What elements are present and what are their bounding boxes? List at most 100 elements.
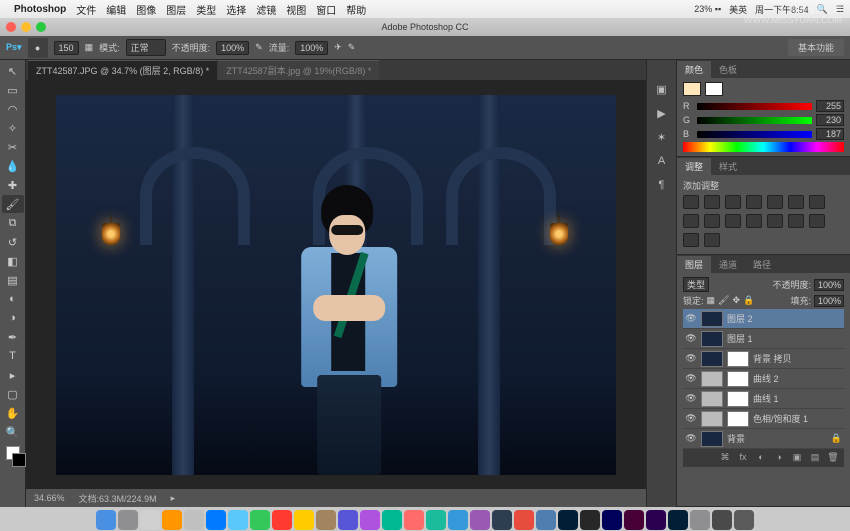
layer-row[interactable]: 👁 曲线 1 xyxy=(683,389,844,409)
dock-app-icon[interactable] xyxy=(140,510,160,530)
menu-help[interactable]: 帮助 xyxy=(346,2,366,17)
history-brush-tool-icon[interactable]: ↺ xyxy=(2,233,24,251)
layer-row[interactable]: 👁 背景 🔒 xyxy=(683,429,844,449)
g-slider[interactable] xyxy=(697,117,812,124)
dock-app-icon[interactable] xyxy=(316,510,336,530)
fill-field[interactable]: 100% xyxy=(814,295,844,307)
tab-color[interactable]: 颜色 xyxy=(677,61,711,78)
actions-panel-icon[interactable]: ▶ xyxy=(652,104,672,122)
link-layers-icon[interactable]: ⌘ xyxy=(718,452,732,464)
color-balance-adjust-icon[interactable] xyxy=(809,195,825,209)
character-panel-icon[interactable]: A xyxy=(652,152,672,170)
marquee-tool-icon[interactable]: ▭ xyxy=(2,81,24,99)
type-tool-icon[interactable]: T xyxy=(2,347,24,365)
eyedropper-tool-icon[interactable]: 💧 xyxy=(2,157,24,175)
hue-adjust-icon[interactable] xyxy=(788,195,804,209)
threshold-adjust-icon[interactable] xyxy=(809,214,825,228)
tab-styles[interactable]: 样式 xyxy=(711,158,745,175)
document-tab[interactable]: ZTT42587副本.jpg @ 19%(RGB/8) * xyxy=(218,60,379,80)
layer-opacity-field[interactable]: 100% xyxy=(814,279,844,291)
menu-image[interactable]: 图像 xyxy=(136,2,156,17)
opacity-pressure-icon[interactable]: ✎ xyxy=(255,42,263,53)
path-select-tool-icon[interactable]: ▸ xyxy=(2,366,24,384)
zoom-tool-icon[interactable]: 🔍 xyxy=(2,423,24,441)
visibility-icon[interactable]: 👁 xyxy=(685,413,697,424)
visibility-icon[interactable]: 👁 xyxy=(685,353,697,364)
menu-edit[interactable]: 编辑 xyxy=(106,2,126,17)
r-slider[interactable] xyxy=(697,103,812,110)
lock-transparent-icon[interactable]: ▦ xyxy=(707,295,716,306)
bg-color-swatch[interactable] xyxy=(705,82,723,96)
channel-mixer-adjust-icon[interactable] xyxy=(725,214,741,228)
dock-app-icon[interactable] xyxy=(404,510,424,530)
fx-icon[interactable]: fx xyxy=(736,452,750,464)
close-button[interactable] xyxy=(6,22,16,32)
lock-all-icon[interactable]: 🔒 xyxy=(743,295,754,306)
paragraph-panel-icon[interactable]: ¶ xyxy=(652,176,672,194)
dock-app-icon[interactable] xyxy=(294,510,314,530)
dock-app-icon[interactable] xyxy=(338,510,358,530)
dock-app-icon[interactable] xyxy=(536,510,556,530)
visibility-icon[interactable]: 👁 xyxy=(685,333,697,344)
workspace-switcher[interactable]: 基本功能 xyxy=(788,39,844,56)
ps-app-icon[interactable]: Ps▾ xyxy=(6,42,22,53)
background-swatch[interactable] xyxy=(12,453,26,467)
lasso-tool-icon[interactable]: ◠ xyxy=(2,100,24,118)
hue-ramp[interactable] xyxy=(683,142,844,152)
history-panel-icon[interactable]: ▣ xyxy=(652,80,672,98)
new-group-icon[interactable]: ▣ xyxy=(790,452,804,464)
menu-layer[interactable]: 图层 xyxy=(166,2,186,17)
b-slider[interactable] xyxy=(697,131,812,138)
menu-file[interactable]: 文件 xyxy=(76,2,96,17)
dock-app-icon[interactable] xyxy=(734,510,754,530)
menu-app[interactable]: Photoshop xyxy=(14,4,66,15)
brush-preview-icon[interactable]: ● xyxy=(28,38,48,58)
dock-app-icon[interactable] xyxy=(646,510,666,530)
minimize-button[interactable] xyxy=(21,22,31,32)
vibrance-adjust-icon[interactable] xyxy=(767,195,783,209)
selective-color-adjust-icon[interactable] xyxy=(704,233,720,247)
dock-app-icon[interactable] xyxy=(250,510,270,530)
dodge-tool-icon[interactable]: ◑ xyxy=(2,309,24,327)
dock-app-icon[interactable] xyxy=(272,510,292,530)
dock-app-icon[interactable] xyxy=(690,510,710,530)
dock-app-icon[interactable] xyxy=(228,510,248,530)
dock-app-icon[interactable] xyxy=(382,510,402,530)
dock-app-icon[interactable] xyxy=(580,510,600,530)
invert-adjust-icon[interactable] xyxy=(767,214,783,228)
gradient-tool-icon[interactable]: ▤ xyxy=(2,271,24,289)
healing-tool-icon[interactable]: ✚ xyxy=(2,176,24,194)
bw-adjust-icon[interactable] xyxy=(683,214,699,228)
brush-panel-toggle-icon[interactable]: ▦ xyxy=(85,42,94,53)
fg-color-swatch[interactable] xyxy=(683,82,701,96)
move-tool-icon[interactable]: ↖ xyxy=(2,62,24,80)
status-arrow-icon[interactable]: ▸ xyxy=(171,493,176,504)
canvas[interactable] xyxy=(26,80,646,489)
dock-app-icon[interactable] xyxy=(96,510,116,530)
blend-mode-select[interactable]: 正常 xyxy=(126,39,166,56)
lock-pixels-icon[interactable]: 🖌 xyxy=(718,295,729,306)
opacity-field[interactable]: 100% xyxy=(216,41,249,55)
dock-app-icon[interactable] xyxy=(118,510,138,530)
dock-app-icon[interactable] xyxy=(470,510,490,530)
dock-app-icon[interactable] xyxy=(558,510,578,530)
brush-presets-panel-icon[interactable]: ✶ xyxy=(652,128,672,146)
brush-size-field[interactable]: 150 xyxy=(54,41,79,55)
curves-adjust-icon[interactable] xyxy=(725,195,741,209)
airbrush-icon[interactable]: ✈ xyxy=(334,42,342,53)
tab-adjust[interactable]: 调整 xyxy=(677,158,711,175)
visibility-icon[interactable]: 👁 xyxy=(685,393,697,404)
menu-filter[interactable]: 滤镜 xyxy=(256,2,276,17)
dock-app-icon[interactable] xyxy=(602,510,622,530)
dock-app-icon[interactable] xyxy=(206,510,226,530)
posterize-adjust-icon[interactable] xyxy=(788,214,804,228)
visibility-icon[interactable]: 👁 xyxy=(685,313,697,324)
layer-row[interactable]: 👁 图层 1 xyxy=(683,329,844,349)
dock-app-icon[interactable] xyxy=(492,510,512,530)
magic-wand-tool-icon[interactable]: ✧ xyxy=(2,119,24,137)
layer-row[interactable]: 👁 图层 2 xyxy=(683,309,844,329)
tab-paths[interactable]: 路径 xyxy=(745,256,779,273)
pen-tool-icon[interactable]: ✒ xyxy=(2,328,24,346)
new-layer-icon[interactable]: ▤ xyxy=(808,452,822,464)
dock-app-icon[interactable] xyxy=(426,510,446,530)
